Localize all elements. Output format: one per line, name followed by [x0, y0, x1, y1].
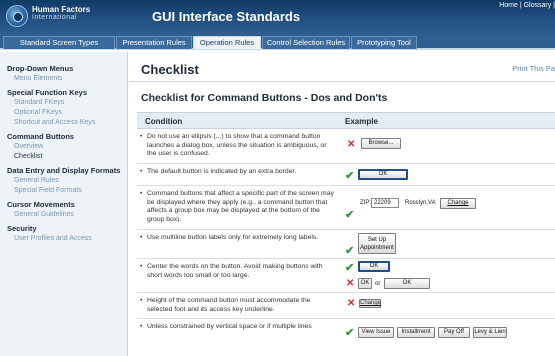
sidebar-item-overview[interactable]: Overview — [0, 142, 127, 152]
condition-text: Command buttons that affect a specific p… — [140, 190, 337, 224]
human-factors-logo[interactable] — [6, 5, 28, 27]
condition-text: Center the words on the button. Avoid ma… — [140, 263, 337, 280]
logo-line1: Human Factors — [32, 5, 91, 14]
ok-too-small-button[interactable]: OK — [358, 278, 372, 289]
set-up-appointment-button[interactable]: Set Up Appointment — [358, 233, 396, 254]
app-header: Human Factors International GUI Interfac… — [0, 0, 555, 34]
title-divider — [129, 81, 555, 82]
print-page-link[interactable]: Print This Pa — [512, 64, 555, 73]
button-line2: Appointment — [360, 245, 394, 251]
table-row: Use multiline button labels only for ext… — [137, 230, 555, 259]
logo-line2: International — [32, 14, 78, 21]
ok-good-button[interactable]: OK — [358, 261, 390, 272]
cross-icon: ✕ — [346, 278, 355, 289]
levy-lien-button[interactable]: Levy & Lien — [473, 327, 507, 338]
change-button[interactable]: Change — [440, 198, 476, 209]
cross-icon: ✕ — [347, 298, 356, 309]
view-issue-button[interactable]: View Issue — [358, 327, 394, 338]
condition-text: The default button is indicated by an ex… — [140, 168, 337, 177]
sidebar-item-special-field-formats[interactable]: Special Field Formats — [0, 186, 127, 196]
sidebar-item-shortcut-access-keys[interactable]: Shortcut and Access Keys — [0, 118, 127, 128]
installment-button[interactable]: Installment — [397, 327, 435, 338]
table-row: Do not use an ellipsis (...) to show tha… — [137, 129, 555, 164]
sidebar-item-menu-elements[interactable]: Menu Elements — [0, 74, 127, 84]
condition-text: Height of the command button must accomm… — [140, 297, 337, 314]
cross-icon: ✕ — [347, 139, 356, 150]
checkmark-icon: ✔ — [345, 245, 355, 257]
button-line1: Set Up — [367, 237, 387, 243]
sidebar-item-checklist[interactable]: Checklist — [0, 152, 127, 162]
checkmark-icon: ✔ — [345, 170, 355, 182]
column-header-example: Example — [345, 117, 378, 126]
example-cell: ✔ OK ✕ OK or OK — [339, 259, 555, 292]
zip-field[interactable]: 22209 — [371, 198, 399, 208]
condition-text: Do not use an ellipsis (...) to show tha… — [140, 133, 337, 159]
tab-prototyping-tool[interactable]: Prototyping Tool — [351, 36, 417, 49]
main-content: Checklist Print This Pa Checklist for Co… — [129, 52, 555, 356]
sidebar-item-standard-fkeys[interactable]: Standard FKeys — [0, 98, 127, 108]
browse-button[interactable]: Browse... — [361, 138, 401, 149]
change-cramped-button[interactable]: Change — [359, 299, 381, 308]
or-text: or — [375, 281, 381, 287]
example-cell: ✔ View Issue Installment Pay Off Levy & … — [339, 319, 555, 349]
table-row: The default button is indicated by an ex… — [137, 164, 555, 186]
table-row: Height of the command button must accomm… — [137, 293, 555, 319]
top-links[interactable]: Home | Glossary | — [499, 2, 555, 9]
sidebar-heading-drop-down-menus[interactable]: Drop-Down Menus — [0, 64, 127, 74]
sidebar-heading-special-function-keys[interactable]: Special Function Keys — [0, 88, 127, 98]
app-title: GUI Interface Standards — [152, 9, 301, 24]
column-header-condition: Condition — [145, 117, 183, 126]
table-row: Center the words on the button. Avoid ma… — [137, 259, 555, 293]
sidebar-heading-data-entry[interactable]: Data Entry and Display Formats — [0, 166, 127, 176]
tab-operation-rules[interactable]: Operation Rules — [193, 36, 261, 49]
sidebar-item-user-profiles[interactable]: User Profiles and Access — [0, 234, 127, 244]
pay-off-button[interactable]: Pay Off — [438, 327, 470, 338]
table-row: Command buttons that affect a specific p… — [137, 186, 555, 230]
example-cell: ✔ ZIP: 22209 Rosslyn,VA Change — [339, 186, 555, 229]
example-cell: ✔ Set Up Appointment — [339, 230, 555, 258]
tab-presentation-rules[interactable]: Presentation Rules — [116, 36, 192, 49]
example-cell: ✔ OK — [339, 164, 555, 185]
checklist-table: Condition Example Do not use an ellipsis… — [137, 112, 555, 349]
checkmark-icon: ✔ — [345, 327, 355, 339]
tab-standard-screen-types[interactable]: Standard Screen Types — [3, 36, 115, 49]
zip-label: ZIP: — [360, 200, 372, 206]
section-title: Checklist for Command Buttons - Dos and … — [141, 92, 388, 104]
checkmark-icon: ✔ — [345, 209, 355, 221]
sidebar: Drop-Down Menus Menu Elements Special Fu… — [0, 52, 128, 356]
ok-too-large-button[interactable]: OK — [384, 278, 430, 289]
sidebar-heading-cursor-movements[interactable]: Cursor Movements — [0, 200, 127, 210]
sidebar-item-general-rules[interactable]: General Rules — [0, 176, 127, 186]
sidebar-heading-command-buttons[interactable]: Command Buttons — [0, 132, 127, 142]
tab-control-selection-rules[interactable]: Control Selection Rules — [262, 36, 350, 49]
page-title: Checklist — [141, 62, 199, 77]
table-header: Condition Example — [137, 112, 555, 129]
sidebar-item-optional-fkeys[interactable]: Optional FKeys — [0, 108, 127, 118]
tab-bar: Standard Screen Types Presentation Rules… — [0, 34, 555, 50]
condition-text: Unless constrained by vertical space or … — [140, 323, 337, 332]
sidebar-heading-security[interactable]: Security — [0, 224, 127, 234]
sidebar-item-general-guidelines[interactable]: General Guidelines — [0, 210, 127, 220]
example-cell: ✕ Browse... — [339, 129, 555, 163]
logo-text: Human Factors International — [32, 6, 90, 22]
table-row: Unless constrained by vertical space or … — [137, 319, 555, 349]
checkmark-icon: ✔ — [345, 262, 355, 274]
city-state-text: Rosslyn,VA — [405, 200, 436, 206]
home-glossary-links[interactable]: Home | Glossary | — [499, 2, 555, 9]
example-cell: ✕ Change — [339, 293, 555, 318]
condition-text: Use multiline button labels only for ext… — [140, 234, 337, 243]
ok-default-button[interactable]: OK — [358, 169, 408, 180]
